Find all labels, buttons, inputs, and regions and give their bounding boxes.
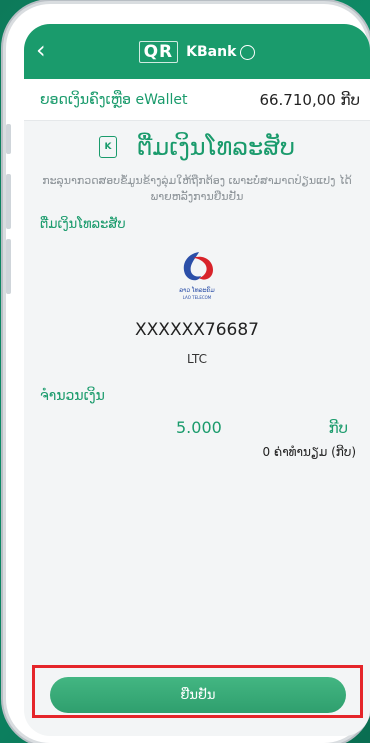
app-header: ‹ QR KBank [24,24,370,79]
qr-logo: QR [138,40,179,63]
lao-telecom-logo: ລາວ ໂທລະຄົມ LAO TELECOM [169,248,225,304]
lao-telecom-logo-lao-text: ລາວ ໂທລະຄົມ [179,287,215,294]
topup-section-label: ຕື່ມເງິນໂທລະສັບ [40,217,126,232]
wallet-balance-row: ຍອດເງິນຄົງເຫຼືອ eWallet 66.710,00 ກີບ [24,79,370,121]
amount-currency: ກີບ [328,418,348,437]
back-arrow-icon[interactable]: ‹ [36,38,46,62]
phone-number: XXXXXX76687 [135,320,259,340]
confirm-highlight: ຢືນຢັນ [32,665,363,718]
fee-text: 0 ຄ່າທຳນຽມ (ກີບ) [262,445,356,459]
kbank-logo: KBank [186,43,237,60]
phone-side-button [6,239,11,294]
page-title: ຕື່ມເງິນໂທລະສັບ [136,133,296,161]
amount-row: 5.000 ກີບ [24,418,370,437]
amount-label: ຈຳນວນເງິນ [40,388,105,404]
lao-telecom-logo-mark: ລາວ ໂທລະຄົມ LAO TELECOM [179,252,215,300]
kbank-mark-icon [240,45,256,60]
phone-side-button [6,124,11,154]
page-title-row: K ຕື່ມເງິນໂທລະສັບ [24,133,370,161]
confirm-button[interactable]: ຢືນຢັນ [50,677,346,713]
phone-side-button [6,174,11,229]
wallet-balance-label: ຍອດເງິນຄົງເຫຼືອ eWallet [40,91,188,108]
confirmation-note: ກະລຸນາກວດສອບຂໍ້ມູນຂ້າງລຸ່ມໃຫ້ຖືກຕ້ອງ ເພາ… [42,174,352,203]
wallet-balance-amount: 66.710,00 ກີບ [259,90,360,109]
phone-topup-icon: K [98,136,117,158]
app-screen: ‹ QR KBank ຍອດເງິນຄົງເຫຼືອ eWallet 66.71… [24,24,370,736]
amount-value: 5.000 [176,418,222,437]
lao-telecom-logo-en-text: LAO TELECOM [183,295,212,300]
phone-frame: ‹ QR KBank ຍອດເງິນຄົງເຫຼືອ eWallet 66.71… [6,4,370,743]
operator-code: LTC [186,352,208,366]
